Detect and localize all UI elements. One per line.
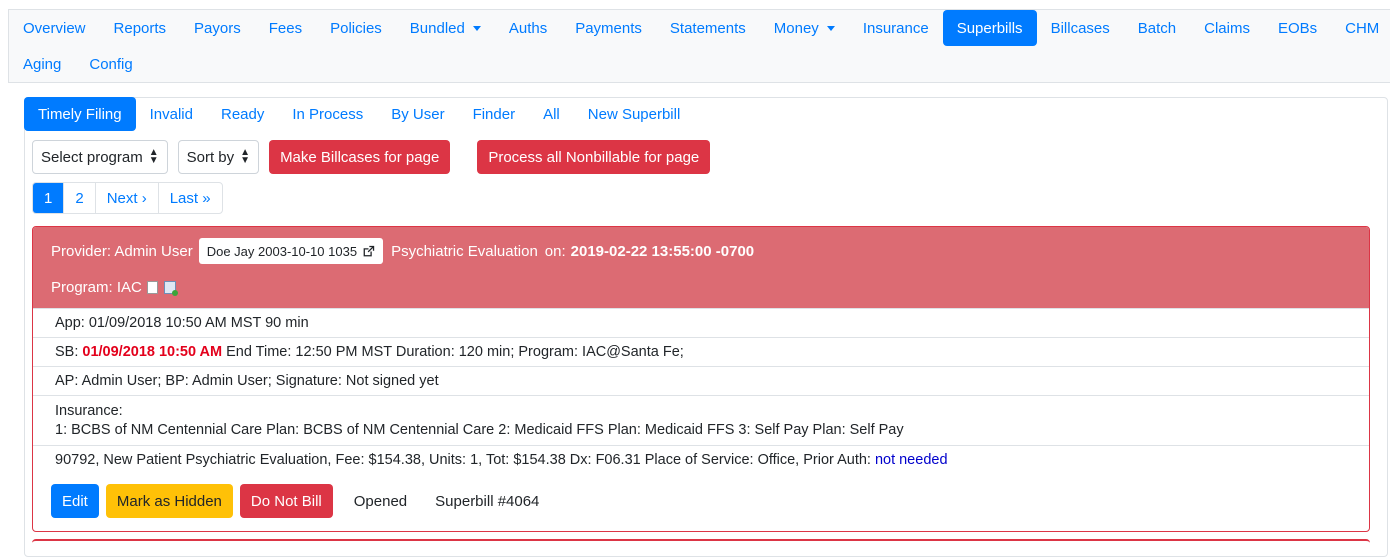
insurance-line: Insurance: 1: BCBS of NM Centennial Care… — [33, 395, 1369, 445]
superbill-time-line: SB: 01/09/2018 10:50 AM End Time: 12:50 … — [33, 337, 1369, 366]
on-label: on: — [544, 242, 566, 260]
caret-down-icon — [472, 25, 481, 31]
tab-new-superbill[interactable]: New Superbill — [574, 97, 695, 131]
prior-auth-link[interactable]: not needed — [875, 452, 948, 468]
add-document-icon[interactable] — [163, 280, 178, 296]
superbills-content: Timely Filing Invalid Ready In Process B… — [8, 83, 1390, 557]
nav-eobs[interactable]: EOBs — [1264, 10, 1331, 46]
nav-billcases[interactable]: Billcases — [1037, 10, 1124, 46]
make-billcases-button[interactable]: Make Billcases for page — [269, 140, 451, 174]
nav-money-label: Money — [773, 19, 819, 37]
nav-payments[interactable]: Payments — [561, 10, 656, 46]
page-controls: Select program ▲ ▼ Sort by ▲ ▼ Make Billca… — [32, 140, 711, 174]
program-select-value: Select program — [41, 148, 143, 166]
nav-fees[interactable]: Fees — [255, 10, 316, 46]
select-arrows-icon: ▲ ▼ — [148, 147, 159, 166]
superbill-header-row: Provider: Admin User Doe Jay 2003-10-10 … — [51, 237, 754, 265]
patient-name: Doe Jay 2003-10-10 1035 — [206, 243, 358, 259]
service-line: 90792, New Patient Psychiatric Evaluatio… — [33, 445, 1369, 474]
edit-button[interactable]: Edit — [51, 484, 99, 518]
provider-label: Provider: Admin User — [51, 242, 193, 260]
nav-statements[interactable]: Statements — [656, 10, 760, 46]
insurance-details: 1: BCBS of NM Centennial Care Plan: BCBS… — [55, 422, 904, 438]
nav-aging[interactable]: Aging — [9, 46, 75, 82]
service-name: Psychiatric Evaluation — [391, 242, 538, 260]
main-nav-row-2: Aging Config — [9, 46, 147, 82]
caret-down-icon — [826, 25, 835, 31]
process-nonbillable-button[interactable]: Process all Nonbillable for page — [477, 140, 711, 174]
appointment-line: App: 01/09/2018 10:50 AM MST 90 min — [33, 308, 1369, 337]
tab-timely-filing[interactable]: Timely Filing — [24, 97, 136, 131]
nav-insurance[interactable]: Insurance — [849, 10, 943, 46]
nav-chm[interactable]: CHM — [1331, 10, 1390, 46]
sb-prefix: SB: — [55, 344, 79, 360]
superbill-datetime: 2019-02-22 13:55:00 -0700 — [570, 242, 755, 260]
sb-datetime: 01/09/2018 10:50 AM — [82, 344, 223, 360]
nav-money-dropdown[interactable]: Money — [760, 10, 849, 46]
superbill-number: Superbill #4064 — [435, 492, 540, 510]
nav-overview[interactable]: Overview — [9, 10, 100, 46]
last-page-link[interactable]: Last » — [159, 183, 222, 213]
nav-auths[interactable]: Auths — [495, 10, 561, 46]
nav-batch[interactable]: Batch — [1124, 10, 1190, 46]
insurance-label: Insurance: — [55, 403, 123, 419]
select-arrows-icon: ▲ ▼ — [240, 147, 251, 166]
sort-select-value: Sort by — [186, 148, 235, 166]
pagination: 1 2 Next › Last » — [32, 182, 223, 214]
appointment-text: App: 01/09/2018 10:50 AM MST 90 min — [55, 315, 309, 331]
mark-hidden-button[interactable]: Mark as Hidden — [105, 484, 233, 518]
page-1-link[interactable]: 1 — [33, 183, 65, 213]
next-page-link[interactable]: Next › — [96, 183, 159, 213]
sb-details: End Time: 12:50 PM MST Duration: 120 min… — [226, 344, 684, 360]
main-nav-row-1: Overview Reports Payors Fees Policies Bu… — [9, 10, 1390, 46]
provider-line: AP: Admin User; BP: Admin User; Signatur… — [33, 366, 1369, 395]
do-not-bill-button[interactable]: Do Not Bill — [239, 484, 333, 518]
nav-superbills[interactable]: Superbills — [942, 10, 1037, 46]
superbill-header: Provider: Admin User Doe Jay 2003-10-10 … — [33, 227, 1369, 308]
nav-claims[interactable]: Claims — [1190, 10, 1264, 46]
patient-link[interactable]: Doe Jay 2003-10-10 1035 — [198, 238, 384, 264]
superbill-panel: Provider: Admin User Doe Jay 2003-10-10 … — [32, 226, 1370, 532]
service-details: 90792, New Patient Psychiatric Evaluatio… — [55, 452, 871, 468]
program-select[interactable]: Select program ▲ ▼ — [32, 140, 168, 174]
nav-bundled-label: Bundled — [409, 19, 465, 37]
nav-bundled-dropdown[interactable]: Bundled — [396, 10, 495, 46]
tab-all[interactable]: All — [529, 97, 574, 131]
nav-reports[interactable]: Reports — [100, 10, 181, 46]
tab-ready[interactable]: Ready — [207, 97, 278, 131]
tab-invalid[interactable]: Invalid — [136, 97, 207, 131]
superbill-actions: Edit Mark as Hidden Do Not Bill Opened S… — [51, 484, 553, 518]
program-row: Program: IAC — [51, 275, 178, 299]
tab-finder[interactable]: Finder — [459, 97, 530, 131]
nav-payors[interactable]: Payors — [180, 10, 255, 46]
superbill-tabs: Timely Filing Invalid Ready In Process B… — [24, 97, 694, 131]
provider-details: AP: Admin User; BP: Admin User; Signatur… — [55, 373, 439, 389]
tab-in-process[interactable]: In Process — [278, 97, 377, 131]
page-2-link[interactable]: 2 — [64, 183, 96, 213]
nav-config[interactable]: Config — [75, 46, 146, 82]
nav-policies[interactable]: Policies — [316, 10, 396, 46]
superbill-status: Opened — [353, 492, 408, 510]
sort-select[interactable]: Sort by ▲ ▼ — [177, 140, 260, 174]
main-navbar: Overview Reports Payors Fees Policies Bu… — [8, 9, 1390, 83]
external-link-icon — [363, 245, 375, 256]
program-label: Program: IAC — [51, 278, 142, 296]
tab-by-user[interactable]: By User — [377, 97, 458, 131]
next-superbill-panel-edge — [32, 539, 1370, 543]
document-icon[interactable] — [146, 280, 158, 294]
